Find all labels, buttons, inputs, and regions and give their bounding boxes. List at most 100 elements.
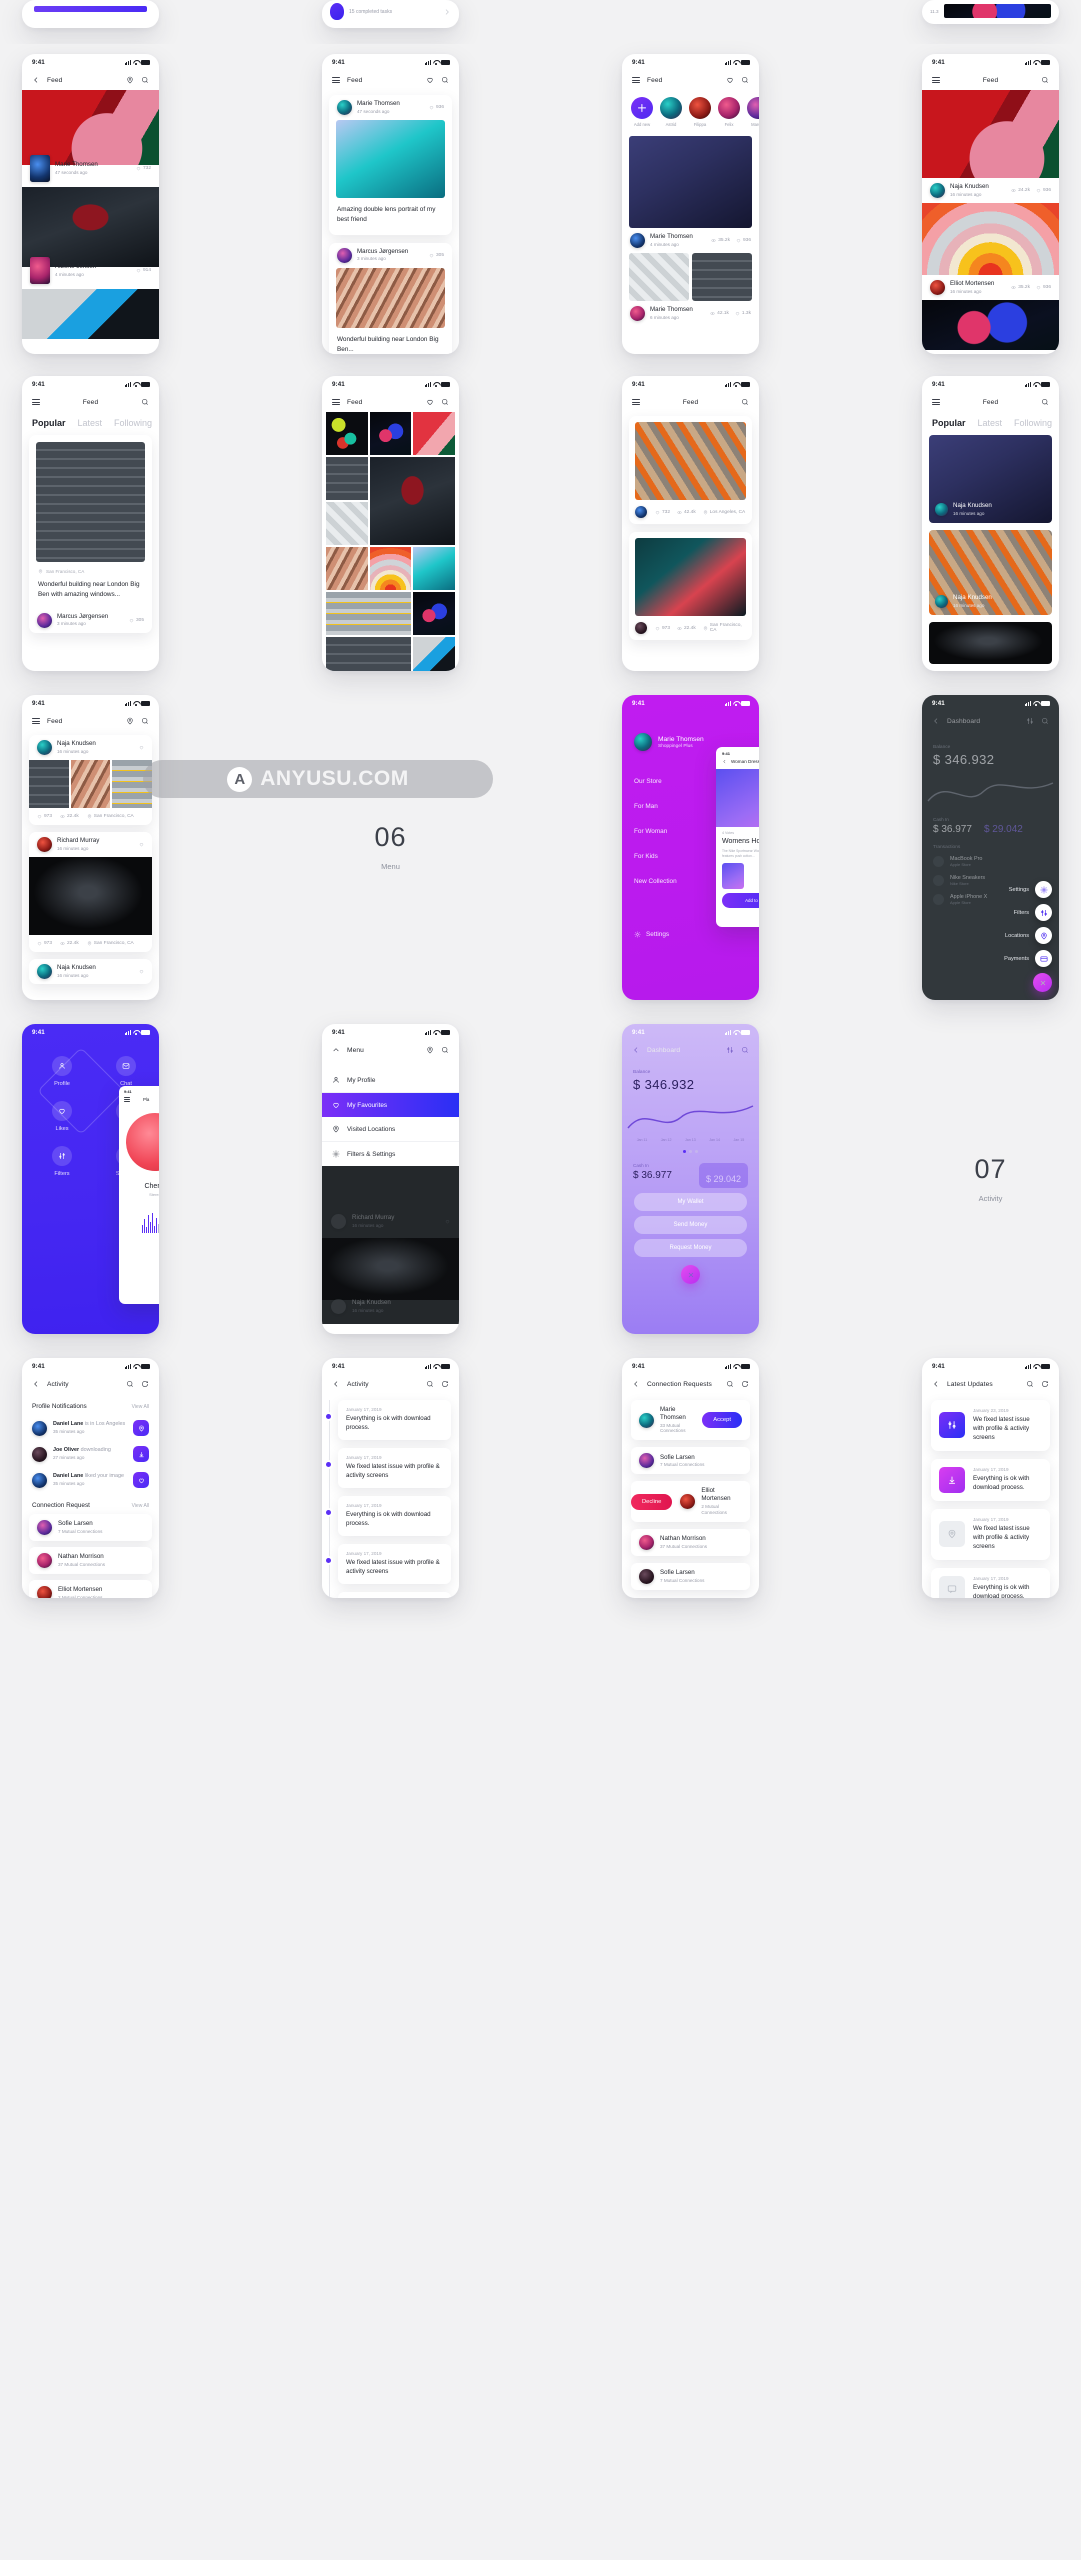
avatar[interactable] (337, 100, 352, 115)
post-image-pair[interactable] (629, 253, 752, 301)
refresh-icon[interactable] (741, 1380, 749, 1388)
close-icon[interactable] (687, 1271, 695, 1279)
sliders-icon[interactable] (1026, 717, 1034, 725)
timeline-card[interactable]: January 17, 2019 Everything is ok with d… (325, 1495, 451, 1536)
chevron-left-icon[interactable] (32, 76, 40, 84)
grid-photo[interactable] (326, 592, 412, 635)
sliders-icon[interactable] (1040, 909, 1048, 917)
avatar[interactable] (747, 97, 759, 119)
search-icon[interactable] (441, 1046, 449, 1054)
send-money-button[interactable]: Send Money (634, 1216, 747, 1234)
post-image[interactable] (22, 187, 159, 267)
refresh-icon[interactable] (1041, 1380, 1049, 1388)
post-image[interactable] (29, 857, 152, 935)
connection-row[interactable]: Decline Elliot Mortensen 2 Mutual Connec… (631, 1481, 750, 1522)
view-all-link[interactable]: View All (132, 1503, 149, 1509)
tab-popular[interactable]: Popular (932, 418, 966, 428)
avatar[interactable] (639, 1534, 654, 1550)
fab-locations[interactable]: Locations (1005, 927, 1052, 944)
close-button[interactable] (681, 1265, 700, 1284)
heart-icon[interactable] (655, 510, 660, 515)
chevron-up-icon[interactable] (332, 1046, 340, 1054)
search-icon[interactable] (141, 76, 149, 84)
grid-photo[interactable] (326, 412, 368, 455)
plus-icon[interactable] (631, 97, 653, 119)
post-card[interactable]: Naja Knudsen 16 minutes ago 973 22.4k Sa… (29, 735, 152, 825)
avatar[interactable] (37, 1520, 52, 1535)
avatar[interactable] (639, 1412, 654, 1428)
player-card[interactable]: 9:41 Pla Cherry Stereo (119, 1086, 159, 1304)
mail-icon[interactable] (122, 1062, 130, 1070)
avatar[interactable] (37, 740, 52, 755)
avatar[interactable] (935, 595, 948, 609)
chevron-left-icon[interactable] (632, 1380, 640, 1388)
heart-icon[interactable] (726, 76, 734, 84)
tab-following[interactable]: Following (114, 418, 152, 428)
heart-icon[interactable] (139, 842, 144, 847)
post-card[interactable]: San Francisco, CA Wonderful building nea… (29, 435, 152, 633)
chevron-left-icon[interactable] (632, 1046, 640, 1054)
search-icon[interactable] (741, 1046, 749, 1054)
post-card[interactable]: Marcus Jørgensen 3 minutes ago 305 Wonde… (329, 242, 452, 354)
post-image[interactable]: Naja Knudsen 16 minutes ago (929, 530, 1052, 615)
hamburger-icon[interactable] (932, 399, 940, 405)
heart-icon[interactable] (1036, 188, 1041, 193)
menu-item-my-favourites[interactable]: My Favourites (322, 1093, 459, 1117)
avatar[interactable] (32, 1420, 47, 1436)
menu-item-filters-settings[interactable]: Filters & Settings (322, 1142, 459, 1166)
heart-icon[interactable] (426, 398, 434, 406)
connection-row[interactable]: Nathan Morrison 37 Mutual Connections (29, 1547, 152, 1574)
action-filters[interactable]: Filters (42, 1146, 82, 1177)
grid-photo[interactable] (326, 637, 412, 671)
post-image[interactable]: Naja Knudsen 16 minutes ago (929, 435, 1052, 523)
story-item[interactable]: Marcus (747, 97, 759, 127)
fab-payments[interactable]: Payments (1004, 950, 1052, 967)
tab-following[interactable]: Following (1014, 418, 1052, 428)
avatar[interactable] (37, 1553, 52, 1568)
post-image[interactable] (922, 90, 1059, 178)
location-pin-icon[interactable] (126, 717, 134, 725)
search-icon[interactable] (1041, 717, 1049, 725)
product-thumbnail[interactable] (722, 862, 744, 889)
avatar[interactable] (718, 97, 740, 119)
hamburger-icon[interactable] (32, 399, 40, 405)
post-image[interactable] (36, 442, 145, 562)
avatar[interactable] (32, 1472, 47, 1488)
notification-row[interactable]: Daniel Lane liked your image 35 minutes … (22, 1467, 159, 1493)
search-icon[interactable] (741, 398, 749, 406)
heart-icon[interactable] (139, 745, 144, 750)
location-pin-icon[interactable] (426, 1046, 434, 1054)
search-icon[interactable] (126, 1380, 134, 1388)
avatar[interactable] (30, 155, 50, 182)
connection-row[interactable]: Nathan Morrison 37 Mutual Connections (631, 1528, 750, 1556)
chevron-left-icon[interactable] (932, 1380, 940, 1388)
avatar[interactable] (37, 837, 52, 852)
notification-row[interactable]: Joe Oliver downloading 27 minutes ago (22, 1441, 159, 1467)
gear-icon[interactable] (1040, 886, 1048, 894)
connection-row[interactable]: Sofie Larsen 7 Mutual Connections (631, 1562, 750, 1590)
refresh-icon[interactable] (441, 1380, 449, 1388)
sliders-icon[interactable] (726, 1046, 734, 1054)
grid-photo[interactable] (413, 547, 455, 590)
search-icon[interactable] (726, 1380, 734, 1388)
photo-row[interactable] (29, 760, 152, 808)
timeline-card[interactable]: January 17, 2019 We fixed latest issue w… (325, 1447, 451, 1488)
search-icon[interactable] (441, 76, 449, 84)
grid-photo[interactable] (369, 547, 412, 590)
avatar[interactable] (635, 622, 647, 634)
update-row[interactable]: January 17, 2019 We fixed latest issue w… (931, 1508, 1050, 1560)
heart-icon[interactable] (655, 626, 660, 631)
chevron-left-icon[interactable] (722, 759, 727, 764)
hamburger-icon[interactable] (332, 77, 340, 83)
post-card[interactable]: 732 42.4k Los Angeles, CA (629, 416, 752, 524)
post-image[interactable] (629, 136, 752, 228)
avatar[interactable] (930, 280, 945, 295)
refresh-icon[interactable] (141, 1380, 149, 1388)
grid-photo[interactable] (70, 760, 111, 808)
menu-item-my-profile[interactable]: My Profile (322, 1068, 459, 1093)
grid-photo[interactable] (413, 412, 455, 455)
request-money-button[interactable]: Request Money (634, 1239, 747, 1257)
chevron-left-icon[interactable] (332, 1380, 340, 1388)
post-image[interactable] (929, 622, 1052, 664)
heart-icon[interactable] (736, 238, 741, 243)
